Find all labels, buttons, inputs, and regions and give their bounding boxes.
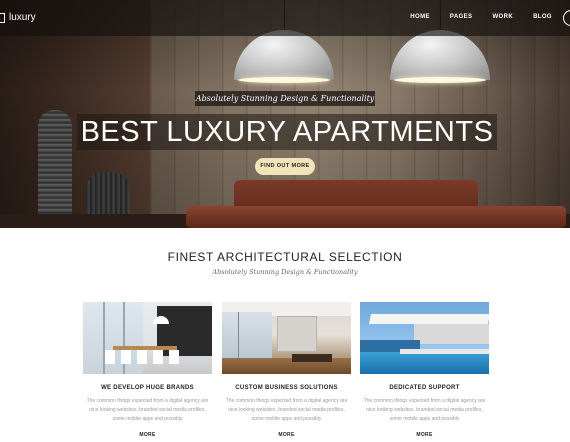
menu-circle-icon[interactable] — [563, 10, 570, 26]
card-more-link[interactable]: MORE — [360, 432, 489, 438]
logo-text: luxury — [9, 12, 36, 23]
card-title: CUSTOM BUSINESS SOLUTIONS — [235, 385, 338, 391]
image-glass-wall — [222, 312, 272, 362]
hero-banner: luxury HOME PAGES WORK BLOG Absolutely S… — [0, 0, 570, 228]
card-text: The common things expected from a digita… — [86, 398, 209, 422]
card-title: WE DEVELOP HUGE BRANDS — [101, 385, 194, 391]
card-image-glass-room[interactable] — [222, 302, 351, 374]
card-more-link[interactable]: MORE — [222, 432, 351, 438]
card-text: The common things expected from a digita… — [363, 398, 486, 422]
feature-card: CUSTOM BUSINESS SOLUTIONS The common thi… — [222, 302, 351, 438]
image-roof — [368, 314, 489, 324]
card-text: The common things expected from a digita… — [225, 398, 348, 422]
nav-item-pages[interactable]: PAGES — [450, 14, 473, 20]
sofa-seat — [186, 206, 566, 228]
image-deck — [400, 349, 489, 354]
hero-headline: BEST LUXURY APARTMENTS — [77, 114, 497, 150]
hero-tagline: Absolutely Stunning Design & Functionali… — [195, 91, 375, 106]
section-title: FINEST ARCHITECTURAL SELECTION — [167, 250, 403, 264]
nav-item-home[interactable]: HOME — [410, 14, 430, 20]
image-counter — [292, 354, 332, 362]
find-out-more-button[interactable]: FIND OUT MORE — [255, 158, 315, 175]
image-back-room — [277, 316, 317, 352]
tall-vase — [38, 110, 72, 228]
feature-card: DEDICATED SUPPORT The common things expe… — [360, 302, 489, 438]
card-more-link[interactable]: MORE — [83, 432, 212, 438]
card-title: DEDICATED SUPPORT — [389, 385, 460, 391]
card-image-white-interior[interactable] — [83, 302, 212, 374]
image-pool — [360, 352, 489, 374]
logo-mark-icon — [0, 12, 5, 23]
top-navigation-bar: luxury HOME PAGES WORK BLOG — [0, 0, 570, 36]
site-logo[interactable]: luxury — [0, 12, 36, 23]
image-chairs — [105, 350, 185, 364]
section-subtitle: Absolutely Stunning Design & Functionali… — [212, 268, 358, 276]
nav-item-work[interactable]: WORK — [492, 14, 513, 20]
image-house-wall — [414, 324, 489, 344]
main-nav: HOME PAGES WORK BLOG — [390, 14, 552, 20]
feature-card: WE DEVELOP HUGE BRANDS The common things… — [83, 302, 212, 438]
nav-item-blog[interactable]: BLOG — [533, 14, 552, 20]
card-image-pool-villa[interactable] — [360, 302, 489, 374]
